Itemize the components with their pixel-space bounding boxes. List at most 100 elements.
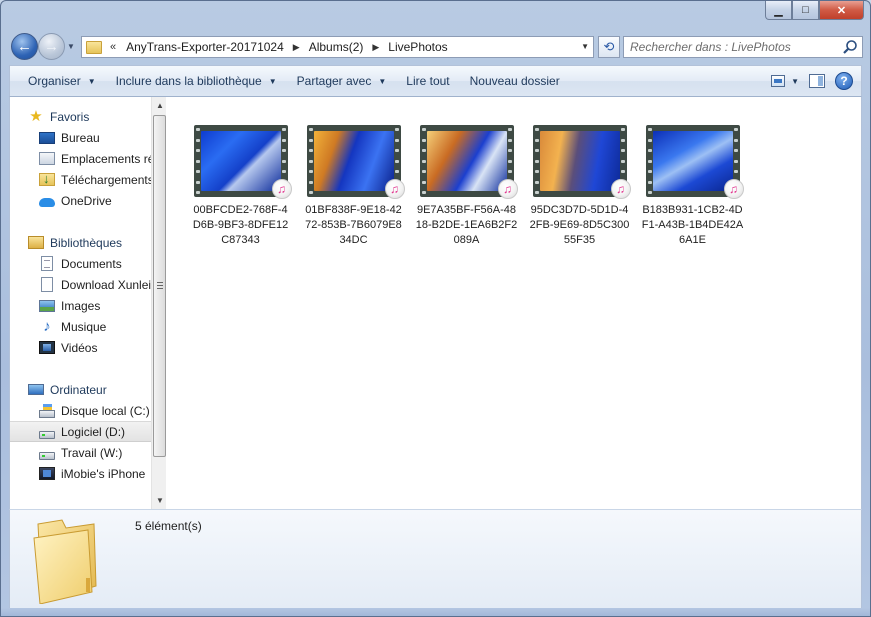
file-item[interactable]: ♫ 95DC3D7D-5D1D-42FB-9E69-8D5C30055F35 [523, 125, 636, 248]
film-strip-icon [308, 128, 313, 194]
file-item[interactable]: ♫ 9E7A35BF-F56A-4818-B2DE-1EA6B2F2089A [410, 125, 523, 248]
nav-label: Logiciel (D:) [61, 424, 126, 439]
share-with-button[interactable]: Partager avec ▼ [287, 74, 397, 88]
nav-label: Bureau [61, 130, 100, 145]
nav-label: iMobie's iPhone [61, 466, 146, 481]
nav-downloads[interactable]: Téléchargements [10, 169, 152, 190]
nav-label: Disque local (C:) [61, 403, 150, 418]
back-arrow-icon: ← [17, 38, 32, 55]
nav-desktop[interactable]: Bureau [10, 127, 152, 148]
nav-label: Documents [61, 256, 122, 271]
file-item[interactable]: ♫ B183B931-1CB2-4DF1-A43B-1B4DE42A6A1E [636, 125, 749, 248]
desktop-icon [39, 131, 55, 144]
minimize-button[interactable]: ▁ [765, 1, 792, 20]
new-folder-button[interactable]: Nouveau dossier [460, 74, 570, 88]
window-bottom-border [1, 608, 870, 616]
star-icon: ★ [29, 108, 43, 125]
toolbar-right: ▼ ? [771, 72, 853, 90]
file-grid: ♫ 00BFCDE2-768F-4D6B-9BF3-8DFE12C87343 ♫… [184, 125, 749, 248]
film-strip-icon [534, 128, 539, 194]
nav-label: Musique [61, 319, 107, 334]
breadcrumb-exporter[interactable]: AnyTrans-Exporter-20171024 [122, 40, 288, 54]
video-thumbnail: ♫ [532, 125, 631, 199]
nav-scrollbar[interactable]: ▲ ▼ [151, 97, 166, 509]
address-bar[interactable]: « AnyTrans-Exporter-20171024 ▶ Albums(2)… [81, 36, 594, 58]
phone-icon [39, 467, 55, 480]
search-input[interactable] [624, 37, 834, 57]
breadcrumb-overflow[interactable]: « [110, 41, 116, 53]
caption-buttons: ▁ □ ✕ [765, 1, 864, 21]
forward-button[interactable]: → [38, 33, 65, 60]
nav-music[interactable]: ♪ Musique [10, 316, 152, 337]
folder-icon [33, 519, 97, 604]
scroll-up-icon[interactable]: ▲ [152, 97, 166, 113]
search-icon[interactable] [842, 39, 858, 55]
file-item[interactable]: ♫ 01BF838F-9E18-4272-853B-7B6079E834DC [297, 125, 410, 248]
grip-icon [157, 282, 163, 289]
nav-label: Travail (W:) [61, 445, 123, 460]
nav-videos[interactable]: Vidéos [10, 337, 152, 358]
include-label: Inclure dans la bibliothèque [115, 74, 262, 88]
nav-label: Images [61, 298, 101, 313]
organise-button[interactable]: Organiser ▼ [18, 74, 106, 88]
nav-disk-d[interactable]: Logiciel (D:) [10, 421, 152, 442]
video-thumbnail: ♫ [419, 125, 518, 199]
refresh-button[interactable]: ⟲ [598, 36, 620, 58]
file-item[interactable]: ♫ 00BFCDE2-768F-4D6B-9BF3-8DFE12C87343 [184, 125, 297, 248]
nav-label: Ordinateur [50, 382, 107, 397]
file-view[interactable]: ♫ 00BFCDE2-768F-4D6B-9BF3-8DFE12C87343 ♫… [169, 97, 861, 509]
itunes-music-icon: ♫ [497, 179, 518, 199]
nav-recent-places[interactable]: Emplacements ré [10, 148, 152, 169]
nav-libraries[interactable]: Bibliothèques [10, 232, 152, 253]
video-frame [200, 131, 281, 191]
itunes-music-icon: ♫ [610, 179, 631, 199]
nav-computer[interactable]: Ordinateur [10, 379, 152, 400]
video-thumbnail: ♫ [645, 125, 744, 199]
nav-disk-c[interactable]: Disque local (C:) [10, 400, 152, 421]
breadcrumb-livephotos[interactable]: LivePhotos [384, 40, 451, 54]
nav-images[interactable]: Images [10, 295, 152, 316]
scroll-down-icon[interactable]: ▼ [152, 492, 166, 508]
film-strip-icon [647, 128, 652, 194]
file-name: 00BFCDE2-768F-4D6B-9BF3-8DFE12C87343 [192, 204, 289, 246]
recent-places-icon [39, 152, 55, 165]
video-frame [539, 131, 620, 191]
nav-iphone[interactable]: iMobie's iPhone [10, 463, 152, 484]
nav-download-xunlei[interactable]: Download Xunlei [10, 274, 152, 295]
music-note-icon: ♪ [43, 318, 51, 335]
preview-pane-icon[interactable] [809, 74, 825, 88]
maximize-button[interactable]: □ [792, 1, 819, 20]
film-strip-icon [421, 128, 426, 194]
address-row: ← → ▼ « AnyTrans-Exporter-20171024 ▶ Alb… [9, 31, 863, 63]
itunes-music-icon: ♫ [271, 179, 292, 199]
file-name: B183B931-1CB2-4DF1-A43B-1B4DE42A6A1E [641, 204, 744, 246]
video-frame [426, 131, 507, 191]
breadcrumb-separator-icon[interactable]: ▶ [288, 42, 305, 53]
close-button[interactable]: ✕ [819, 1, 864, 20]
include-in-library-button[interactable]: Inclure dans la bibliothèque ▼ [106, 74, 287, 88]
play-all-button[interactable]: Lire tout [396, 74, 459, 88]
file-name: 95DC3D7D-5D1D-42FB-9E69-8D5C30055F35 [529, 204, 630, 246]
back-button[interactable]: ← [11, 33, 38, 60]
computer-icon [28, 384, 44, 395]
navigation-tree: ★ Favoris Bureau Emplacements ré Téléchar… [10, 106, 152, 484]
scroll-thumb[interactable] [153, 115, 166, 457]
nav-onedrive[interactable]: OneDrive [10, 190, 152, 211]
video-thumbnail: ♫ [306, 125, 405, 199]
main-area: ★ Favoris Bureau Emplacements ré Téléchar… [9, 97, 862, 509]
view-options-chevron-icon[interactable]: ▼ [791, 77, 799, 86]
video-thumbnail: ♫ [193, 125, 292, 199]
nav-favorites[interactable]: ★ Favoris [10, 106, 152, 127]
address-dropdown-icon[interactable]: ▼ [581, 42, 589, 51]
recent-pages-dropdown[interactable]: ▼ [67, 42, 75, 51]
nav-documents[interactable]: Documents [10, 253, 152, 274]
drive-icon [39, 430, 55, 439]
breadcrumb-separator-icon[interactable]: ▶ [367, 42, 384, 53]
help-icon[interactable]: ? [835, 72, 853, 90]
nav-disk-w[interactable]: Travail (W:) [10, 442, 152, 463]
nav-label: Favoris [50, 109, 90, 124]
breadcrumb-albums[interactable]: Albums(2) [305, 40, 368, 54]
search-box[interactable] [623, 36, 863, 58]
change-view-icon[interactable] [771, 75, 786, 87]
library-icon [28, 236, 44, 249]
